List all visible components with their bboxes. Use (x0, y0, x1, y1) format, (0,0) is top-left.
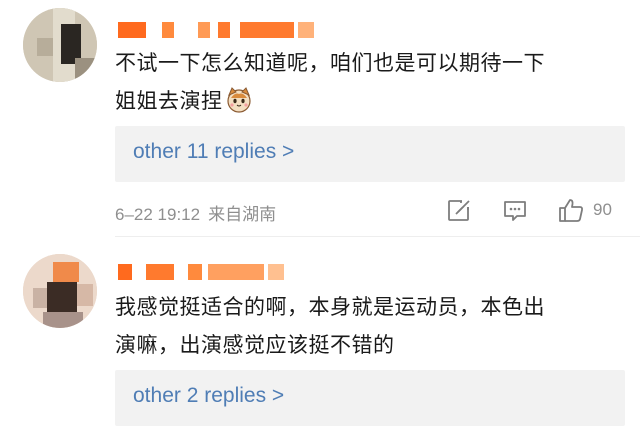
comment-text-line: 我感觉挺适合的啊，本身就是运动员，本色出 (115, 295, 545, 319)
cat-face-icon (225, 86, 253, 114)
username-censored[interactable] (118, 264, 288, 280)
comment-meta: 6–22 19:12 来自湖南 90 (115, 196, 630, 226)
like-count: 90 (593, 200, 612, 219)
timestamp-text: 6–22 19:12 (115, 205, 201, 224)
avatar[interactable] (23, 8, 97, 82)
comment-text-line: 不试一下怎么知道呢，咱们也是可以期待一下 (115, 51, 545, 75)
avatar[interactable] (23, 254, 97, 328)
comment-text-line-content: 姐姐去演捏 (115, 89, 223, 113)
comment-text-line: 姐姐去演捏 (115, 82, 625, 120)
replies-label[interactable]: other 11 replies > (133, 140, 294, 164)
thumbs-up-icon[interactable] (557, 196, 585, 224)
share-icon[interactable] (445, 196, 473, 224)
comment-text-line: 演嘛，出演感觉应该挺不错的 (115, 333, 395, 357)
comment-item: 不试一下怎么知道呢，咱们也是可以期待一下 姐姐去演捏 other 11 repl… (0, 0, 640, 238)
divider (115, 236, 640, 237)
timestamp: 6–22 19:12 来自湖南 (115, 200, 276, 225)
comment-text: 我感觉挺适合的啊，本身就是运动员，本色出 演嘛，出演感觉应该挺不错的 (115, 288, 625, 364)
view-replies-button[interactable]: other 2 replies > (115, 370, 625, 426)
username-censored[interactable] (118, 22, 316, 38)
comment-item: 我感觉挺适合的啊，本身就是运动员，本色出 演嘛，出演感觉应该挺不错的 other… (0, 238, 640, 430)
replies-label[interactable]: other 2 replies > (133, 384, 284, 408)
location-source: 来自湖南 (208, 205, 277, 225)
comment-text: 不试一下怎么知道呢，咱们也是可以期待一下 姐姐去演捏 (115, 44, 625, 120)
view-replies-button[interactable]: other 11 replies > (115, 126, 625, 182)
comment-icon[interactable] (501, 196, 529, 224)
